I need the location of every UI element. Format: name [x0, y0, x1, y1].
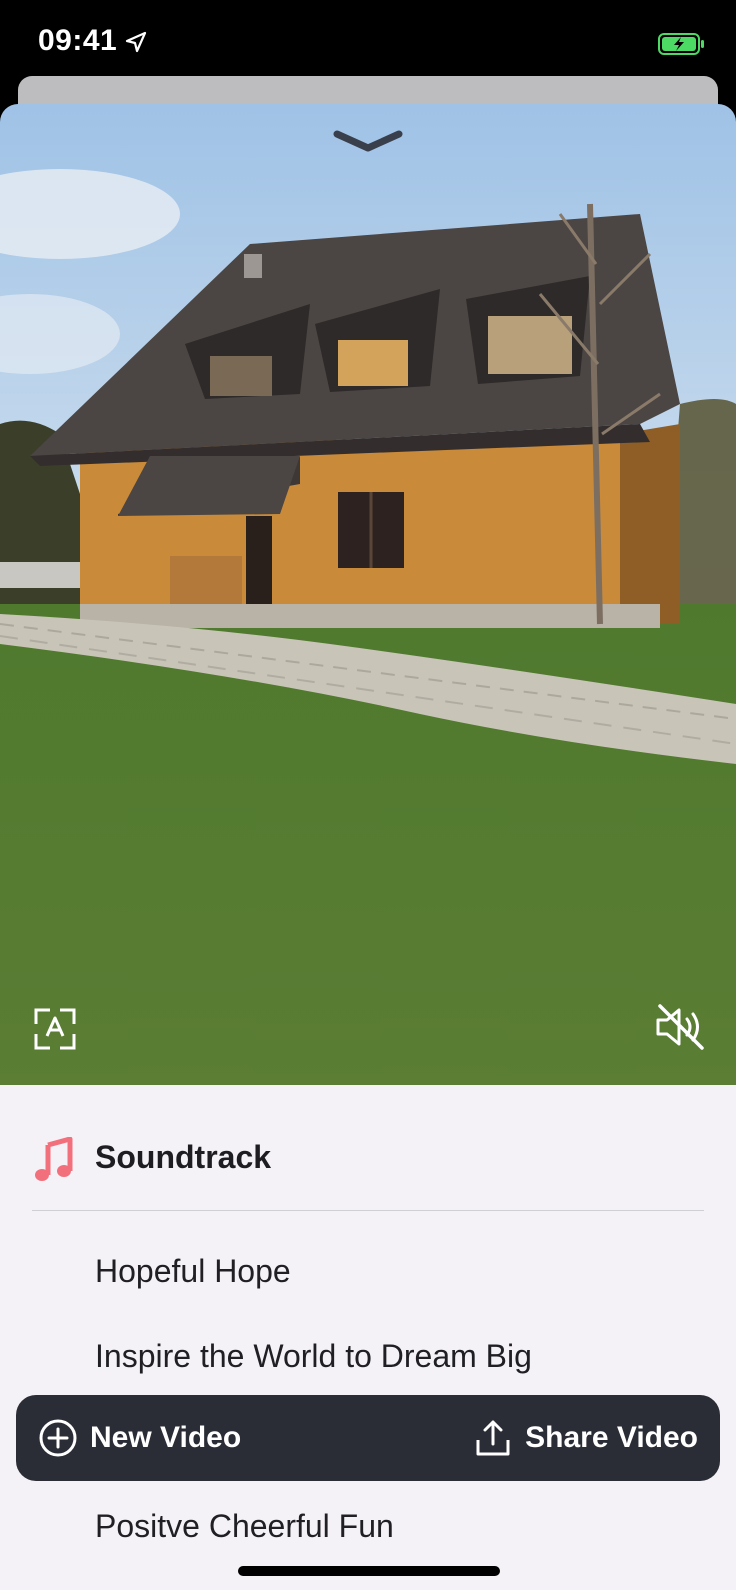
music-note-icon [35, 1137, 73, 1181]
battery-charging-icon [658, 33, 704, 55]
home-indicator [238, 1566, 500, 1576]
track-item[interactable]: Positve Cheerful Fun [95, 1508, 394, 1545]
plus-circle-icon [39, 1419, 77, 1457]
soundtrack-title: Soundtrack [95, 1139, 272, 1175]
new-video-button[interactable]: New Video [38, 1395, 241, 1481]
share-video-button[interactable]: Share Video [473, 1395, 698, 1481]
divider [32, 1210, 704, 1211]
video-preview[interactable] [0, 104, 736, 1085]
house-photo [0, 104, 736, 1085]
status-bar: 09:41 [0, 0, 736, 78]
soundtrack-panel: Soundtrack Hopeful Hope Inspire the Worl… [0, 1085, 736, 1590]
chevron-down-icon[interactable] [331, 126, 405, 158]
auto-crop-icon[interactable] [32, 1006, 78, 1052]
share-icon [476, 1420, 510, 1456]
track-item[interactable]: Inspire the World to Dream Big [95, 1338, 532, 1375]
share-video-label: Share Video [525, 1421, 698, 1454]
bottom-toolbar: New Video Share Video [16, 1395, 720, 1481]
new-video-label: New Video [90, 1421, 242, 1454]
speaker-muted-icon[interactable] [654, 1002, 706, 1052]
status-time: 09:41 [38, 24, 118, 57]
location-arrow-icon [125, 31, 147, 53]
soundtrack-header: Soundtrack [0, 1085, 736, 1211]
track-item[interactable]: Hopeful Hope [95, 1253, 291, 1290]
